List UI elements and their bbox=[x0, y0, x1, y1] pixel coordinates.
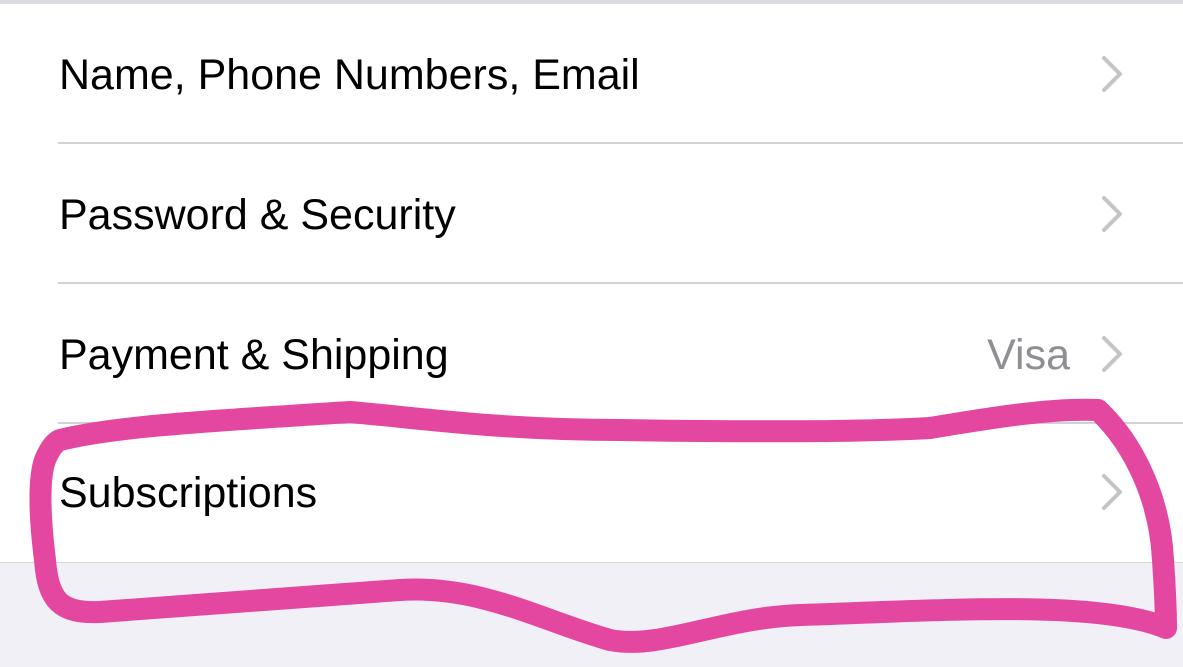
payment-method-value: Visa bbox=[987, 331, 1070, 379]
settings-row-payment-shipping[interactable]: Payment & Shipping Visa bbox=[0, 284, 1183, 424]
row-label: Payment & Shipping bbox=[59, 331, 449, 379]
chevron-right-icon bbox=[1102, 56, 1122, 92]
grouped-background bbox=[0, 563, 1183, 667]
row-label: Name, Phone Numbers, Email bbox=[59, 51, 640, 99]
chevron-right-icon bbox=[1102, 474, 1122, 510]
row-label: Subscriptions bbox=[59, 469, 318, 517]
settings-row-subscriptions[interactable]: Subscriptions bbox=[0, 424, 1183, 562]
settings-row-name-phone-email[interactable]: Name, Phone Numbers, Email bbox=[0, 4, 1183, 144]
settings-row-password-security[interactable]: Password & Security bbox=[0, 144, 1183, 284]
chevron-right-icon bbox=[1102, 336, 1122, 372]
chevron-right-icon bbox=[1102, 196, 1122, 232]
row-label: Password & Security bbox=[59, 191, 456, 239]
